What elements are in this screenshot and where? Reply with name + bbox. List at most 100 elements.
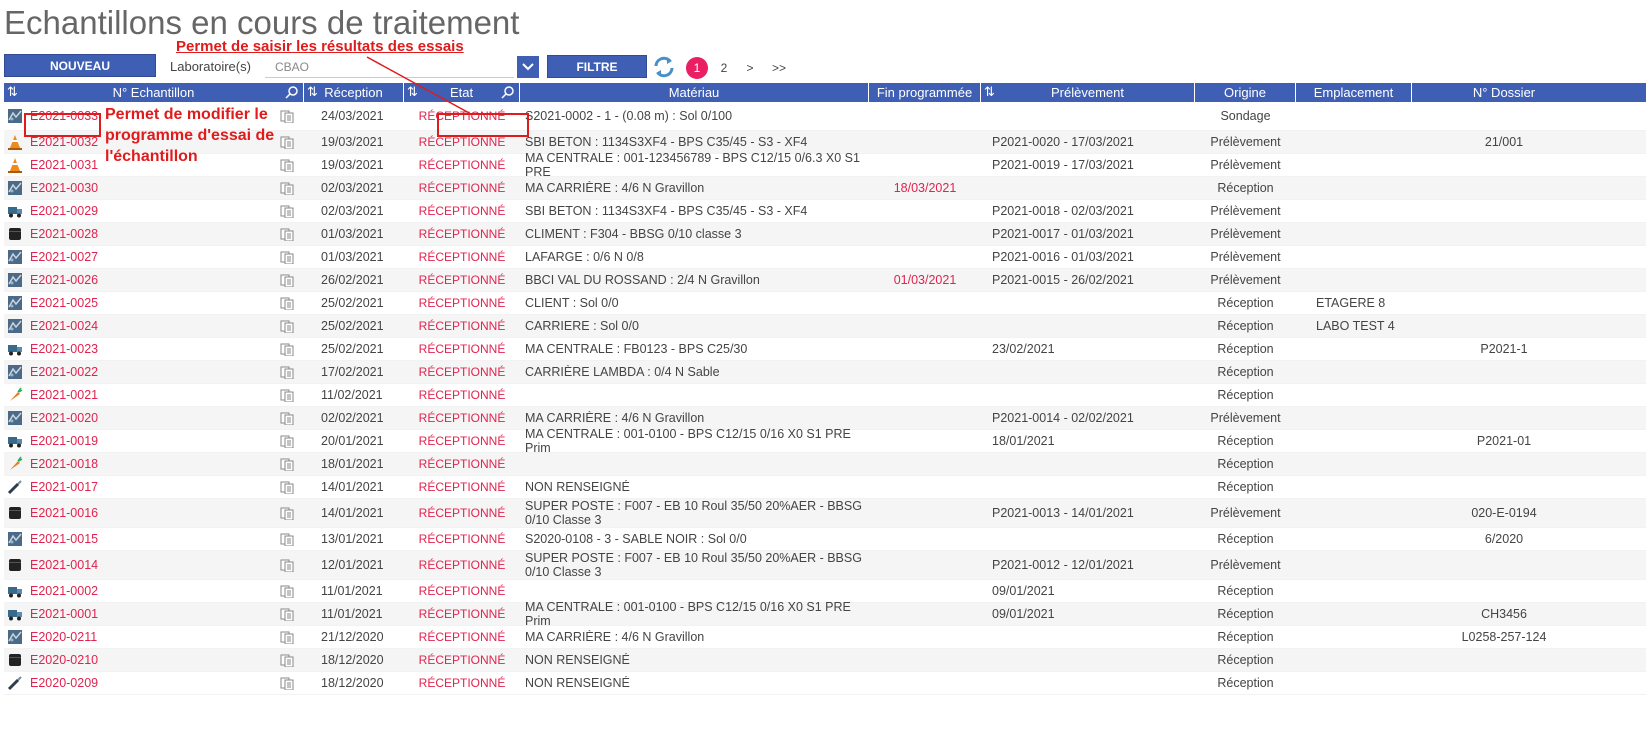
status-link[interactable]: RÉCEPTIONNÉ [404, 584, 520, 598]
laboratory-dropdown-button[interactable] [517, 56, 539, 78]
copy-document-icon[interactable] [280, 181, 294, 195]
next-page-button[interactable]: > [742, 57, 758, 79]
sample-id-link[interactable]: E2021-0025 [30, 296, 280, 310]
sample-id-link[interactable]: E2020-0211 [30, 630, 280, 644]
copy-document-icon[interactable] [280, 506, 294, 520]
status-link[interactable]: RÉCEPTIONNÉ [404, 480, 520, 494]
copy-document-icon[interactable] [280, 676, 294, 690]
copy-document-icon[interactable] [280, 273, 294, 287]
status-link[interactable]: RÉCEPTIONNÉ [404, 607, 520, 621]
origin-text: Prélèvement [1210, 158, 1281, 172]
copy-document-icon[interactable] [280, 532, 294, 546]
material-type-icon [4, 387, 26, 403]
sample-id-cell: E2021-0002 [26, 584, 304, 598]
sort-icon[interactable]: ⇅ [307, 84, 318, 100]
sample-id-link[interactable]: E2021-0002 [30, 584, 280, 598]
sample-id-link[interactable]: E2021-0014 [30, 558, 280, 572]
status-link[interactable]: RÉCEPTIONNÉ [404, 457, 520, 471]
header-prelevement[interactable]: ⇅ Prélèvement [981, 83, 1195, 102]
last-page-button[interactable]: >> [768, 57, 790, 79]
copy-document-icon[interactable] [280, 584, 294, 598]
status-link[interactable]: RÉCEPTIONNÉ [404, 388, 520, 402]
status-link[interactable]: RÉCEPTIONNÉ [404, 411, 520, 425]
status-link[interactable]: RÉCEPTIONNÉ [404, 630, 520, 644]
copy-document-icon[interactable] [280, 411, 294, 425]
copy-document-icon[interactable] [280, 388, 294, 402]
status-link[interactable]: RÉCEPTIONNÉ [404, 109, 520, 123]
status-link[interactable]: RÉCEPTIONNÉ [404, 506, 520, 520]
copy-document-icon[interactable] [280, 653, 294, 667]
status-link[interactable]: RÉCEPTIONNÉ [404, 558, 520, 572]
header-dossier[interactable]: N° Dossier [1412, 83, 1596, 102]
sample-id-link[interactable]: E2021-0017 [30, 480, 280, 494]
filter-button[interactable]: FILTRE [547, 55, 647, 78]
status-link[interactable]: RÉCEPTIONNÉ [404, 653, 520, 667]
sample-id-link[interactable]: E2021-0023 [30, 342, 280, 356]
sample-id-link[interactable]: E2021-0019 [30, 434, 280, 448]
aggregate-icon [8, 250, 22, 264]
status-link[interactable]: RÉCEPTIONNÉ [404, 250, 520, 264]
copy-document-icon[interactable] [280, 319, 294, 333]
refresh-icon[interactable] [652, 55, 676, 79]
header-reception[interactable]: ⇅ Réception [304, 83, 404, 102]
sample-id-link[interactable]: E2021-0018 [30, 457, 280, 471]
status-link[interactable]: RÉCEPTIONNÉ [404, 273, 520, 287]
status-link[interactable]: RÉCEPTIONNÉ [404, 296, 520, 310]
sample-id-link[interactable]: E2021-0026 [30, 273, 280, 287]
table-row: E2020-0209 18/12/2020 RÉCEPTIONNÉ NON RENSE… [4, 672, 1646, 695]
copy-document-icon[interactable] [280, 558, 294, 572]
sample-id-link[interactable]: E2021-0029 [30, 204, 280, 218]
header-emplacement[interactable]: Emplacement [1296, 83, 1412, 102]
sample-id-link[interactable]: E2021-0028 [30, 227, 280, 241]
sort-icon[interactable]: ⇅ [984, 84, 995, 100]
status-link[interactable]: RÉCEPTIONNÉ [404, 532, 520, 546]
header-sample-number[interactable]: ⇅ N° Echantillon [4, 83, 304, 102]
sample-id-link[interactable]: E2021-0024 [30, 319, 280, 333]
sample-id-link[interactable]: E2020-0210 [30, 653, 280, 667]
sample-id-link[interactable]: E2021-0030 [30, 181, 280, 195]
copy-document-icon[interactable] [280, 365, 294, 379]
status-link[interactable]: RÉCEPTIONNÉ [404, 204, 520, 218]
sample-id-link[interactable]: E2021-0020 [30, 411, 280, 425]
search-icon[interactable] [501, 85, 515, 99]
page-2-button[interactable]: 2 [716, 57, 732, 79]
status-link[interactable]: RÉCEPTIONNÉ [404, 319, 520, 333]
copy-document-icon[interactable] [280, 296, 294, 310]
header-etat[interactable]: ⇅ Etat [404, 83, 520, 102]
copy-document-icon[interactable] [280, 434, 294, 448]
sample-id-link[interactable]: E2021-0022 [30, 365, 280, 379]
header-origine[interactable]: Origine [1195, 83, 1296, 102]
sample-id-link[interactable]: E2021-0016 [30, 506, 280, 520]
status-link[interactable]: RÉCEPTIONNÉ [404, 158, 520, 172]
status-link[interactable]: RÉCEPTIONNÉ [404, 342, 520, 356]
laboratory-input[interactable] [265, 56, 514, 78]
copy-document-icon[interactable] [280, 250, 294, 264]
status-link[interactable]: RÉCEPTIONNÉ [404, 676, 520, 690]
status-link[interactable]: RÉCEPTIONNÉ [404, 181, 520, 195]
copy-document-icon[interactable] [280, 227, 294, 241]
aggregate-icon [8, 411, 22, 425]
copy-document-icon[interactable] [280, 342, 294, 356]
status-link[interactable]: RÉCEPTIONNÉ [404, 135, 520, 149]
copy-document-icon[interactable] [280, 457, 294, 471]
file-number-text: L0258-257-124 [1461, 630, 1547, 644]
new-button[interactable]: NOUVEAU [4, 54, 156, 77]
copy-document-icon[interactable] [280, 480, 294, 494]
sample-id-link[interactable]: E2021-0001 [30, 607, 280, 621]
header-materiau[interactable]: Matériau [520, 83, 869, 102]
status-link[interactable]: RÉCEPTIONNÉ [404, 434, 520, 448]
copy-document-icon[interactable] [280, 630, 294, 644]
sample-id-link[interactable]: E2020-0209 [30, 676, 280, 690]
page-1-button[interactable]: 1 [686, 57, 708, 79]
sample-id-link[interactable]: E2021-0021 [30, 388, 280, 402]
search-icon[interactable] [285, 85, 299, 99]
status-link[interactable]: RÉCEPTIONNÉ [404, 365, 520, 379]
sample-id-link[interactable]: E2021-0027 [30, 250, 280, 264]
copy-document-icon[interactable] [280, 204, 294, 218]
sort-icon[interactable]: ⇅ [7, 84, 18, 100]
status-link[interactable]: RÉCEPTIONNÉ [404, 227, 520, 241]
sample-id-link[interactable]: E2021-0015 [30, 532, 280, 546]
copy-document-icon[interactable] [280, 607, 294, 621]
sort-icon[interactable]: ⇅ [407, 84, 418, 100]
header-fin-programmee[interactable]: Fin programmée [869, 83, 981, 102]
